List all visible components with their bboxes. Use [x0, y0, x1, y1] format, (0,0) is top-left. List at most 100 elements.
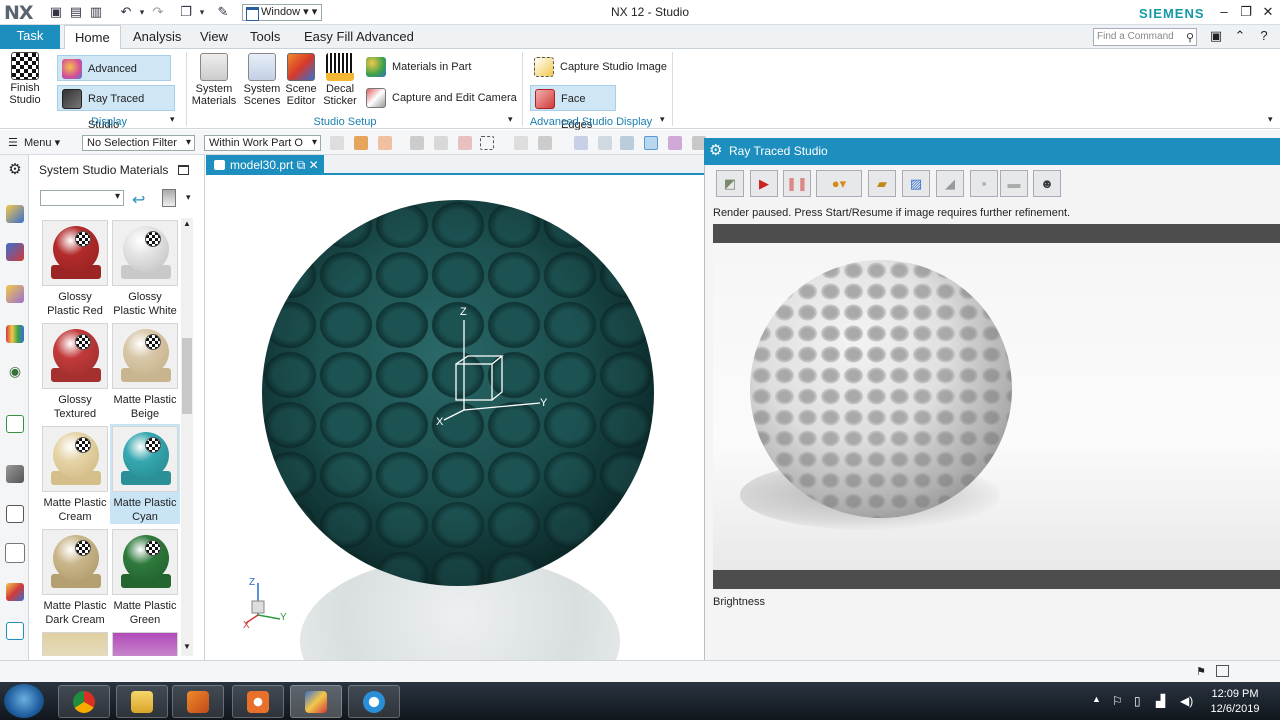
scene-editor-button[interactable]: Scene Editor: [283, 53, 319, 107]
view-orient-icon[interactable]: [668, 136, 682, 150]
system-materials-button[interactable]: System Materials: [190, 53, 238, 107]
zoom-icon[interactable]: [598, 136, 612, 150]
taskbar-clock[interactable]: 12:09 PM 12/6/2019: [1200, 687, 1270, 717]
wireframe-icon[interactable]: [538, 136, 552, 150]
tray-expand-icon[interactable]: ▲: [1092, 694, 1101, 704]
start-resume-icon[interactable]: ▶: [750, 170, 778, 197]
ribbon-overflow-icon[interactable]: ▾: [1268, 114, 1273, 125]
assembly-navigator-icon[interactable]: [6, 205, 24, 223]
tab-home[interactable]: Home: [64, 25, 121, 50]
tab-view[interactable]: View: [190, 25, 238, 49]
snap-icon[interactable]: [330, 136, 344, 150]
material-item[interactable]: Matte Plastic Dark Cream: [40, 527, 110, 627]
advanced-display-expand-icon[interactable]: ▾: [660, 114, 665, 125]
action-center-icon[interactable]: ⚐: [1112, 694, 1123, 708]
help-icon[interactable]: ?: [1253, 27, 1275, 45]
gear-icon[interactable]: ⚙: [709, 141, 722, 159]
taskbar-chrome[interactable]: [58, 685, 110, 718]
ribbon-options-icon[interactable]: ▣: [1205, 27, 1227, 45]
disk-icon[interactable]: ▪: [970, 170, 998, 197]
selection-scope-dropdown[interactable]: Within Work Part O: [204, 135, 321, 151]
background-icon[interactable]: ▬: [1000, 170, 1028, 197]
taskbar-nx[interactable]: [290, 685, 342, 718]
taskbar-explorer[interactable]: [116, 685, 168, 718]
undo-dropdown-icon[interactable]: ▾: [134, 4, 150, 20]
view-options-dropdown-icon[interactable]: ▾: [186, 192, 191, 203]
maximize-panel-icon[interactable]: [178, 165, 189, 175]
camera-settings-icon[interactable]: ◩: [716, 170, 744, 197]
process-studio-icon[interactable]: [6, 505, 24, 523]
materials-scrollbar[interactable]: [181, 218, 193, 656]
midpoint-icon[interactable]: [458, 136, 472, 150]
taskbar-recorder[interactable]: [232, 685, 284, 718]
history-icon[interactable]: [6, 465, 24, 483]
start-button[interactable]: [4, 684, 44, 718]
display-group-expand-icon[interactable]: ▾: [170, 114, 175, 125]
endpoint-icon[interactable]: [434, 136, 448, 150]
render-style-icon[interactable]: [644, 136, 658, 150]
material-item[interactable]: Matte Plastic Beige: [110, 321, 180, 421]
volume-icon[interactable]: ◀): [1180, 694, 1193, 708]
tab-options-icon[interactable]: ⧉: [297, 158, 306, 172]
material-item[interactable]: [40, 630, 110, 656]
tab-easy-fill-advanced[interactable]: Easy Fill Advanced: [294, 25, 424, 49]
scroll-up-icon[interactable]: ▲: [183, 219, 191, 228]
tab-tools[interactable]: Tools: [240, 25, 290, 49]
minimize-icon[interactable]: –: [1213, 3, 1235, 21]
face-edges-button[interactable]: Face Edges: [530, 85, 616, 131]
system-scenes-button[interactable]: System Scenes: [240, 53, 284, 107]
full-screen-icon[interactable]: ☻: [1033, 170, 1061, 197]
taskbar-media-player[interactable]: [172, 685, 224, 718]
selection-filter-dropdown[interactable]: No Selection Filter: [82, 135, 195, 151]
undo-icon[interactable]: ↶: [118, 4, 134, 20]
constraint-navigator-icon[interactable]: [6, 243, 24, 261]
pause-icon[interactable]: ❚❚: [783, 170, 811, 197]
restore-icon[interactable]: ❐: [1235, 3, 1257, 21]
shade-icon[interactable]: [514, 136, 528, 150]
capture-studio-image-button[interactable]: Capture Studio Image: [530, 54, 670, 80]
material-library-dropdown[interactable]: [40, 190, 124, 206]
render-quality-icon[interactable]: ●▾: [816, 170, 862, 197]
web-browser-icon[interactable]: [6, 415, 24, 433]
materials-in-part-button[interactable]: Materials in Part: [362, 54, 502, 80]
redo-icon[interactable]: ↷: [150, 4, 166, 20]
save-icon[interactable]: ▣: [48, 4, 64, 20]
view-options-icon[interactable]: [162, 189, 176, 207]
decal-sticker-button[interactable]: Decal Sticker: [321, 53, 359, 107]
finish-studio-button[interactable]: Finish Studio: [4, 52, 46, 106]
menu-button[interactable]: ☰ Menu ▾: [8, 135, 60, 151]
pick-icon[interactable]: [378, 136, 392, 150]
switch-window-icon[interactable]: ❐: [178, 4, 194, 20]
point-icon[interactable]: [410, 136, 424, 150]
roles-icon[interactable]: [5, 543, 25, 563]
material-item[interactable]: [110, 630, 180, 656]
taskbar-sync[interactable]: [348, 685, 400, 718]
color-settings-icon[interactable]: ▨: [902, 170, 930, 197]
part-navigator-icon[interactable]: [6, 285, 24, 303]
system-materials-panel-icon[interactable]: [6, 583, 24, 601]
collapse-ribbon-icon[interactable]: ⌃: [1229, 27, 1251, 45]
material-item[interactable]: Glossy Plastic White: [110, 218, 180, 318]
rotate-icon[interactable]: [620, 136, 634, 150]
find-command-input[interactable]: Find a Command ⚲: [1093, 28, 1197, 46]
advanced-studio-button[interactable]: Advanced Studio: [57, 55, 171, 101]
material-item[interactable]: Glossy Plastic Red: [40, 218, 110, 318]
box-select-icon[interactable]: [480, 136, 494, 150]
touch-mode-icon[interactable]: ✎: [215, 4, 231, 20]
ray-traced-studio-button[interactable]: Ray Traced Studio: [57, 85, 175, 131]
capture-edit-camera-button[interactable]: Capture and Edit Camera: [362, 85, 518, 111]
material-item[interactable]: Glossy Textured: [40, 321, 110, 421]
close-icon[interactable]: ✕: [1257, 3, 1279, 21]
save-all-icon[interactable]: ▤: [68, 4, 84, 20]
tab-model30[interactable]: model30.prt ⧉ ✕: [206, 155, 324, 175]
filter-icon[interactable]: [354, 136, 368, 150]
tab-analysis[interactable]: Analysis: [123, 25, 191, 49]
save-as-icon[interactable]: ▥: [88, 4, 104, 20]
visual-icon[interactable]: ◉: [6, 363, 24, 381]
save-image-icon[interactable]: ▰: [868, 170, 896, 197]
switch-window-dropdown-icon[interactable]: ▾: [194, 4, 210, 20]
material-item[interactable]: Matte Plastic Green: [110, 527, 180, 627]
back-arrow-icon[interactable]: ↩: [132, 190, 145, 210]
fit-icon[interactable]: [574, 136, 588, 150]
status-window-icon[interactable]: [1216, 665, 1229, 677]
